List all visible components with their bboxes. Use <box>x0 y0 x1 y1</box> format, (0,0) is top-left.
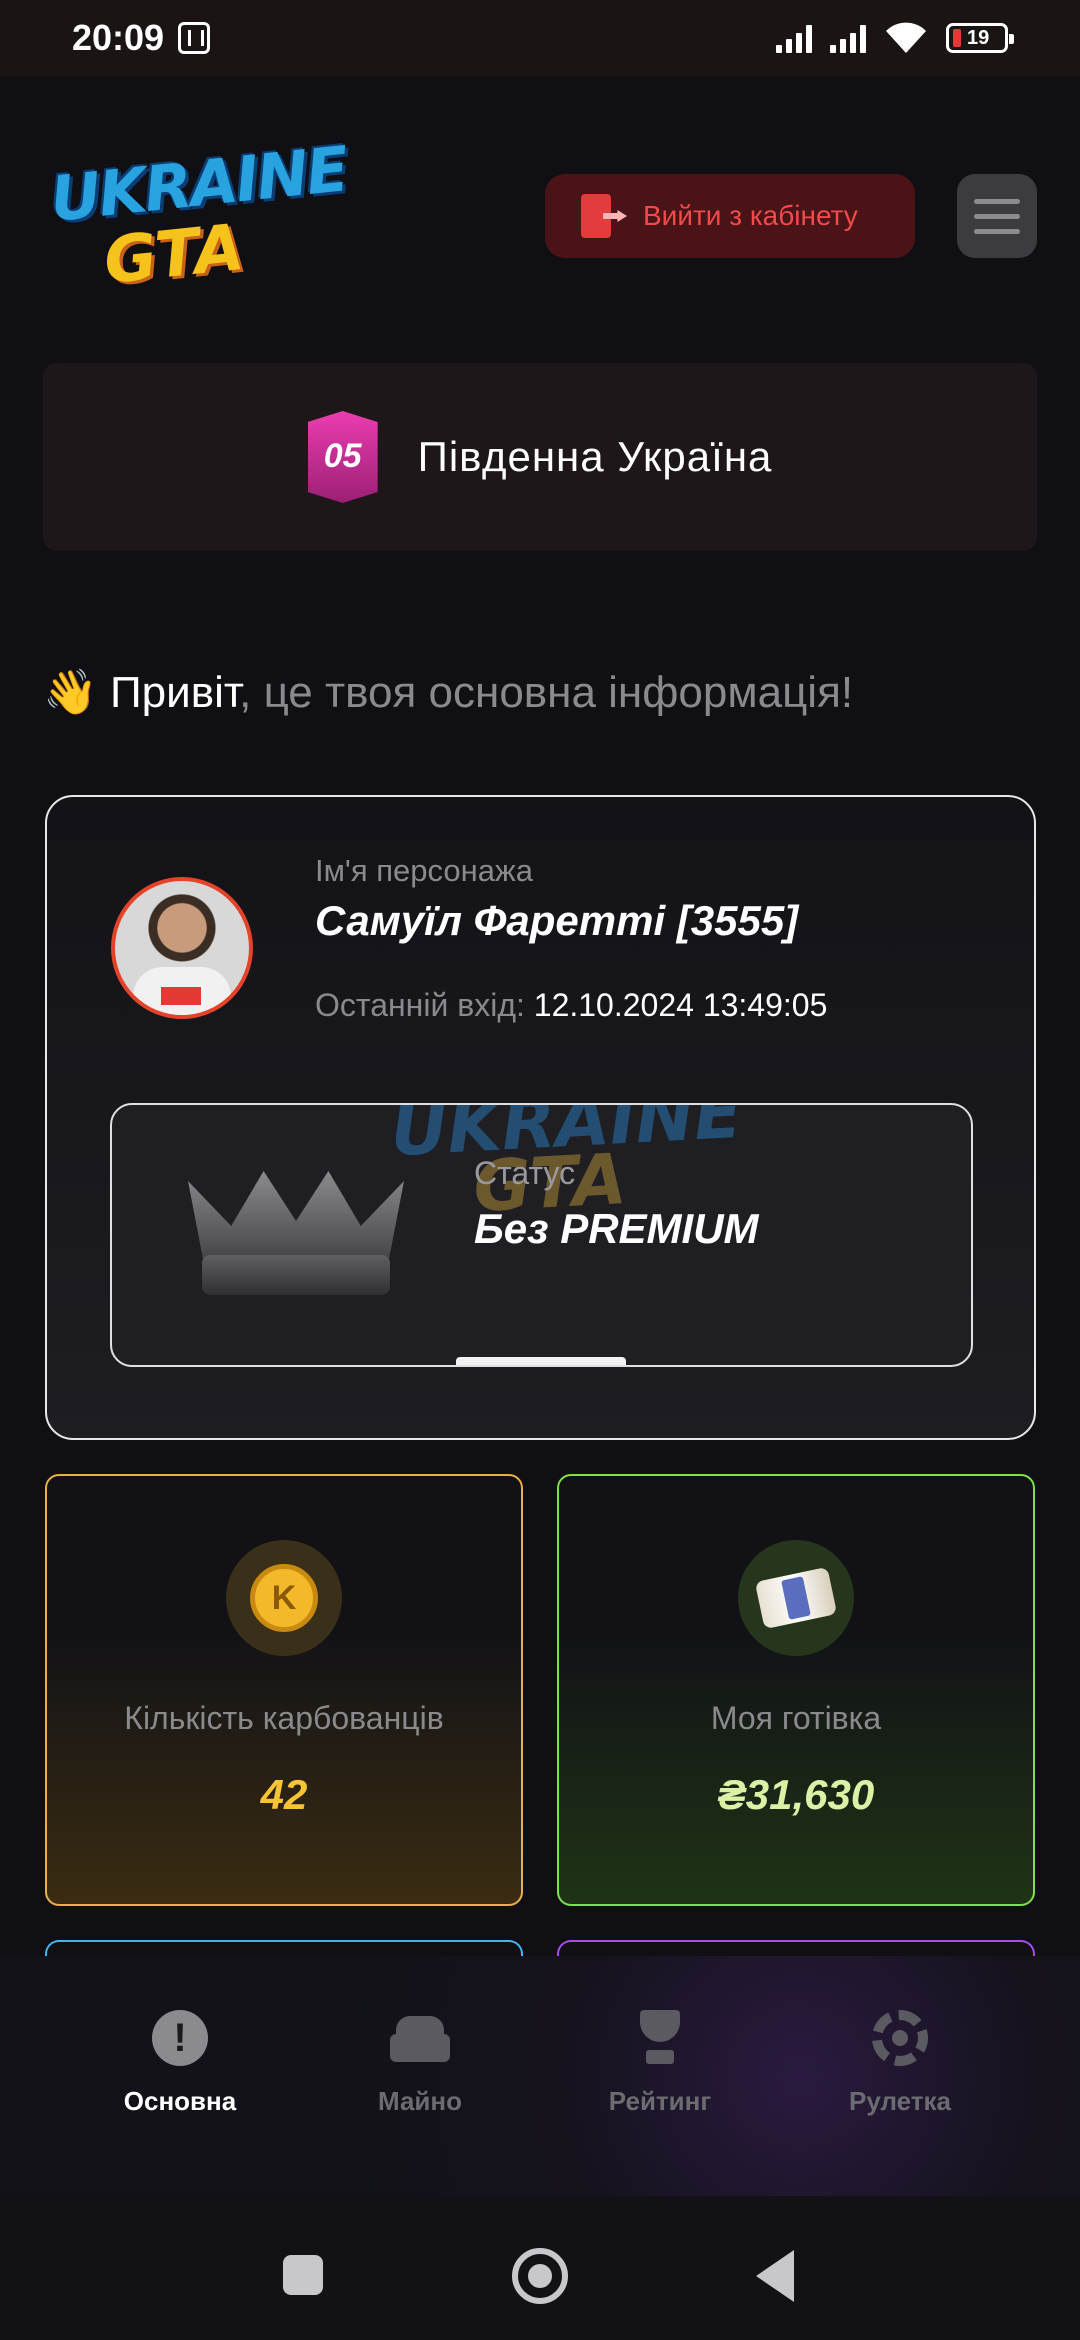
signal-icon <box>776 23 812 53</box>
avatar <box>111 877 253 1019</box>
exclamation-icon <box>152 2010 208 2066</box>
status-indicator-bar <box>456 1357 626 1365</box>
character-name-label: Ім'я персонажа <box>315 853 533 888</box>
last-login-label: Останній вхід: <box>315 987 525 1023</box>
nav-label: Рейтинг <box>608 2086 712 2116</box>
status-value: Без PREMIUM <box>474 1205 759 1252</box>
cash-label: Моя готівка <box>710 1700 882 1736</box>
last-login-value: 12.10.2024 13:49:05 <box>533 987 828 1023</box>
car-icon <box>390 2010 450 2066</box>
logout-button[interactable]: Вийти з кабінету <box>545 174 915 258</box>
waving-hand-icon: 👋 <box>43 668 98 717</box>
hamburger-menu-button[interactable] <box>957 174 1037 258</box>
wifi-icon <box>886 22 926 53</box>
recents-button[interactable] <box>283 2255 323 2295</box>
crown-icon <box>180 1155 412 1295</box>
coins-card[interactable]: K Кількість карбованців 42 <box>45 1474 523 1906</box>
money-icon <box>754 1566 838 1630</box>
character-name: Самуїл Фаретті [3555] <box>315 897 799 944</box>
server-number: 05 <box>323 437 362 475</box>
trophy-icon <box>632 2010 688 2066</box>
profile-card: Ім'я персонажа Самуїл Фаретті [3555] Ост… <box>45 795 1036 1440</box>
home-button[interactable] <box>512 2248 568 2304</box>
greeting-hi: Привіт <box>110 668 240 717</box>
nav-label: Рулетка <box>849 2086 951 2116</box>
ukraine-gta-logo[interactable]: UKRAINE GTA <box>47 132 350 299</box>
back-button[interactable] <box>756 2250 794 2302</box>
bottom-nav: Основна Майно Рейтинг Рулетка <box>0 1956 1080 2196</box>
nav-label: Майно <box>377 2086 462 2116</box>
coins-label: Кількість карбованців <box>124 1700 444 1736</box>
signal-icon <box>830 23 866 53</box>
system-nav-bar <box>0 2196 1080 2340</box>
status-bar: 20:09 19 <box>0 0 1080 76</box>
cash-card[interactable]: Моя готівка ₴31,630 <box>557 1474 1035 1906</box>
nav-label: Основна <box>123 2086 237 2116</box>
nav-item-roulette[interactable]: Рулетка <box>800 1956 1000 2196</box>
battery-level: 19 <box>967 26 990 49</box>
last-login: Останній вхід: 12.10.2024 13:49:05 <box>315 987 827 1024</box>
nav-item-main[interactable]: Основна <box>80 1956 280 2196</box>
greeting-rest: , це твоя основна інформація! <box>239 668 854 717</box>
battery-icon: 19 <box>946 23 1014 53</box>
logout-door-icon <box>581 192 627 240</box>
nfc-icon <box>178 22 211 54</box>
premium-status-card[interactable]: UKRAINE GTA Статус Без PREMIUM <box>110 1103 973 1367</box>
logout-label: Вийти з кабінету <box>643 200 858 231</box>
coin-icon: K <box>250 1564 318 1632</box>
greeting: 👋 Привіт, це твоя основна інформація! <box>43 666 853 718</box>
cash-value: ₴31,630 <box>717 1771 875 1818</box>
nav-item-property[interactable]: Майно <box>320 1956 520 2196</box>
server-name: Південна Україна <box>417 433 773 480</box>
status-label: Статус <box>474 1155 576 1191</box>
coins-value: 42 <box>260 1771 308 1818</box>
clock: 20:09 <box>72 17 165 58</box>
nav-item-rating[interactable]: Рейтинг <box>560 1956 760 2196</box>
wheel-icon <box>872 2010 928 2066</box>
server-card[interactable]: 05 Південна Україна <box>43 363 1037 551</box>
server-badge-icon: 05 <box>307 411 378 503</box>
